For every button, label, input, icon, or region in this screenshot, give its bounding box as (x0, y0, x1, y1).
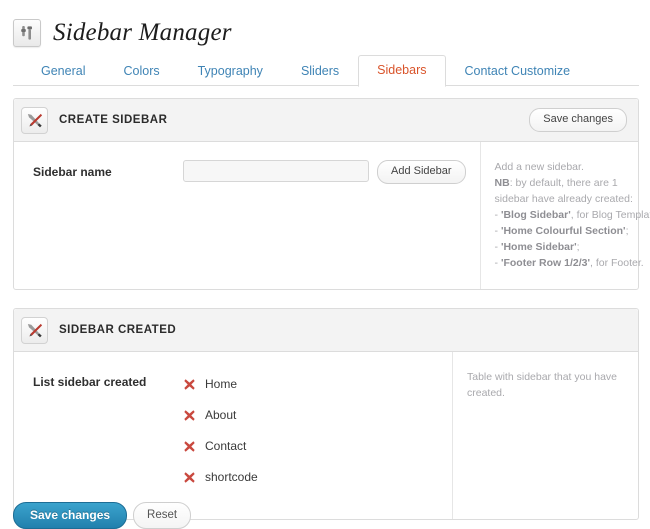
list-item-label: Contact (205, 439, 247, 453)
create-sidebar-form: Sidebar name Add Sidebar (14, 142, 480, 289)
tab-sliders[interactable]: Sliders (282, 56, 358, 87)
panel-sidebar-created: SIDEBAR CREATED List sidebar created Hom… (13, 308, 639, 520)
page-header: Sidebar Manager (0, 0, 650, 54)
sidebar-name-input[interactable] (183, 160, 369, 182)
panel-create-sidebar-body: Sidebar name Add Sidebar Add a new sideb… (14, 142, 650, 289)
panel-sidebar-created-header: SIDEBAR CREATED (14, 309, 638, 352)
list-item-label: About (205, 408, 237, 422)
list-sidebar-created-label: List sidebar created (33, 375, 147, 389)
panel-sidebar-created-title: SIDEBAR CREATED (59, 324, 177, 336)
add-sidebar-button[interactable]: Add Sidebar (377, 160, 466, 184)
description-item-rest: ; (625, 225, 629, 237)
sliders-icon (13, 18, 41, 47)
page-title: Sidebar Manager (53, 18, 232, 46)
description-item-rest: , for Footer. (589, 257, 644, 269)
tools-icon (21, 106, 48, 134)
tab-contact-customize[interactable]: Contact Customize (446, 56, 590, 87)
tab-sidebars[interactable]: Sidebars (358, 55, 446, 87)
delete-x-icon[interactable] (183, 378, 196, 391)
list-item[interactable]: Contact (183, 435, 258, 457)
description-intro: Add a new sidebar. (494, 161, 584, 173)
description-item-name: 'Footer Row 1/2/3' (500, 257, 590, 269)
list-item-label: Home (205, 377, 238, 391)
delete-x-icon[interactable] (183, 440, 196, 453)
tab-colors[interactable]: Colors (104, 56, 178, 87)
list-item[interactable]: About (183, 404, 258, 426)
tab-bar-divider (13, 85, 639, 86)
reset-button[interactable]: Reset (133, 502, 192, 529)
sidebar-name-label: Sidebar name (33, 165, 112, 179)
panel-save-changes-button[interactable]: Save changes (529, 108, 627, 132)
delete-x-icon[interactable] (183, 409, 196, 422)
panel-create-sidebar: CREATE SIDEBAR Save changes Sidebar name… (13, 98, 650, 290)
sidebar-manager-page: Sidebar Manager General Colors Typograph… (0, 0, 650, 529)
panel-create-sidebar-header: CREATE SIDEBAR Save changes (14, 99, 638, 142)
description-nb: NB: by default, there are 1 sidebar have… (495, 175, 650, 207)
list-item[interactable]: shortcode (183, 466, 258, 488)
description-item: - 'Home Colourful Section'; (495, 223, 650, 239)
delete-x-icon[interactable] (183, 471, 196, 484)
description-nb-text: : by default, there are 1 sidebar have a… (494, 177, 633, 205)
description-item: - 'Blog Sidebar', for Blog Template; (495, 207, 650, 223)
tab-typography[interactable]: Typography (179, 56, 282, 87)
description-item: - 'Footer Row 1/2/3', for Footer. (495, 255, 650, 271)
description-item-rest: , for Blog Template; (570, 209, 650, 221)
description-item-name: 'Blog Sidebar' (500, 209, 571, 221)
tab-general[interactable]: General (22, 56, 104, 87)
create-sidebar-description: Add a new sidebar. NB: by default, there… (479, 142, 650, 289)
list-item[interactable]: Home (183, 373, 258, 395)
description-nb-prefix: NB (494, 177, 510, 189)
description-item-name: 'Home Sidebar' (500, 241, 577, 253)
description-item-name: 'Home Colourful Section' (500, 225, 626, 237)
sidebar-list: Home About Contact shortcode (183, 370, 258, 497)
tab-bar: General Colors Typography Sliders Sideba… (0, 54, 650, 87)
list-item-label: shortcode (205, 470, 258, 484)
description-item-rest: ; (576, 241, 580, 253)
tools-icon (21, 316, 48, 344)
panel-create-sidebar-title: CREATE SIDEBAR (59, 114, 168, 126)
description-item: - 'Home Sidebar'; (495, 239, 650, 255)
footer-actions: Save changes Reset (0, 490, 650, 529)
save-changes-button[interactable]: Save changes (13, 502, 128, 529)
